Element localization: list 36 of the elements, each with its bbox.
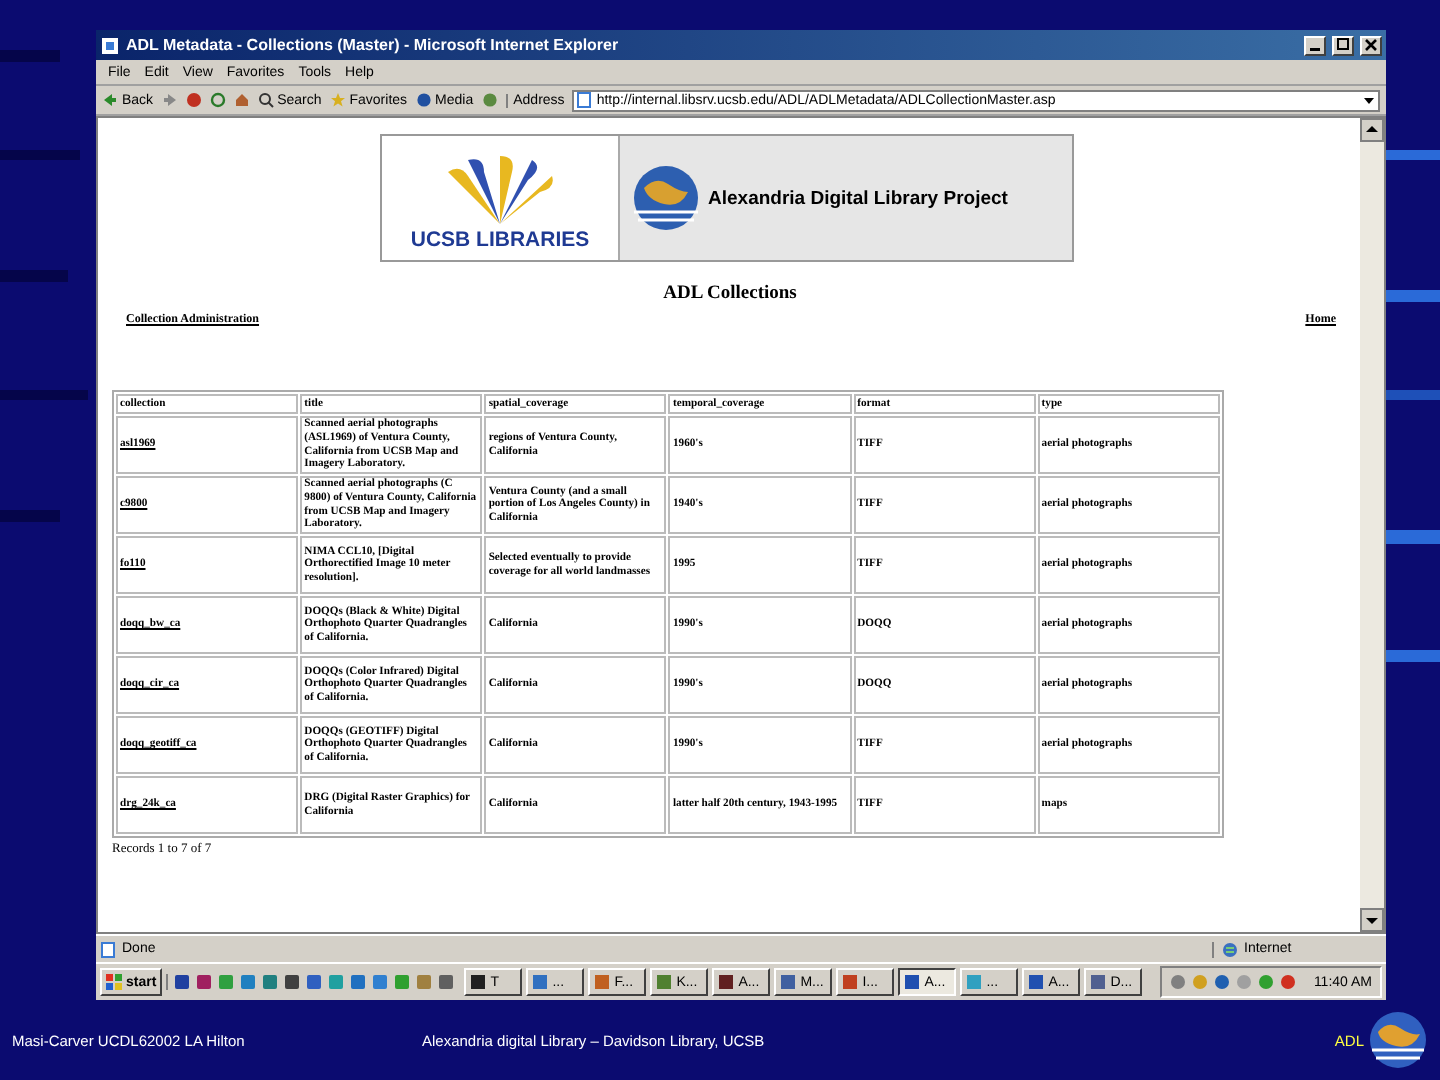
logo-text: UCSB LIBRARIES [410, 228, 590, 252]
minimize-button[interactable] [1304, 35, 1326, 55]
windows-logo-icon [106, 974, 122, 990]
close-button[interactable] [1360, 35, 1382, 55]
globe-icon [1368, 1010, 1428, 1070]
app-icon [842, 974, 859, 990]
app-icon [718, 974, 735, 990]
home-icon [233, 92, 250, 108]
app-icon [656, 974, 673, 990]
forward-arrow-icon [161, 92, 178, 108]
app-icon [966, 974, 983, 990]
app-icon [1090, 974, 1107, 990]
page-heading: ADL Collections [661, 284, 799, 304]
media-icon [415, 92, 432, 108]
app-icon [904, 974, 921, 990]
search-icon [257, 92, 274, 108]
app-icon [594, 974, 611, 990]
star-icon [329, 92, 346, 108]
browser-icon [100, 35, 120, 55]
maximize-button[interactable] [1332, 35, 1354, 55]
close-icon [1364, 38, 1378, 52]
window-title: ADL Metadata - Collections (Master) - Microsoft Internet Explorer [126, 36, 621, 54]
dropdown-arrow-icon [1362, 93, 1376, 107]
app-icon [470, 974, 487, 990]
page-icon [100, 941, 116, 957]
maximize-icon [1336, 38, 1350, 52]
back-arrow-icon [102, 92, 118, 108]
page-icon [576, 92, 593, 108]
logo-text: Alexandria Digital Library Project [708, 187, 1008, 209]
refresh-icon [209, 92, 226, 108]
globe-icon [632, 164, 700, 232]
stop-icon [185, 92, 202, 108]
app-icon [780, 974, 797, 990]
app-icon [532, 974, 549, 990]
app-icon [1028, 974, 1045, 990]
globe-icon [1222, 941, 1238, 957]
